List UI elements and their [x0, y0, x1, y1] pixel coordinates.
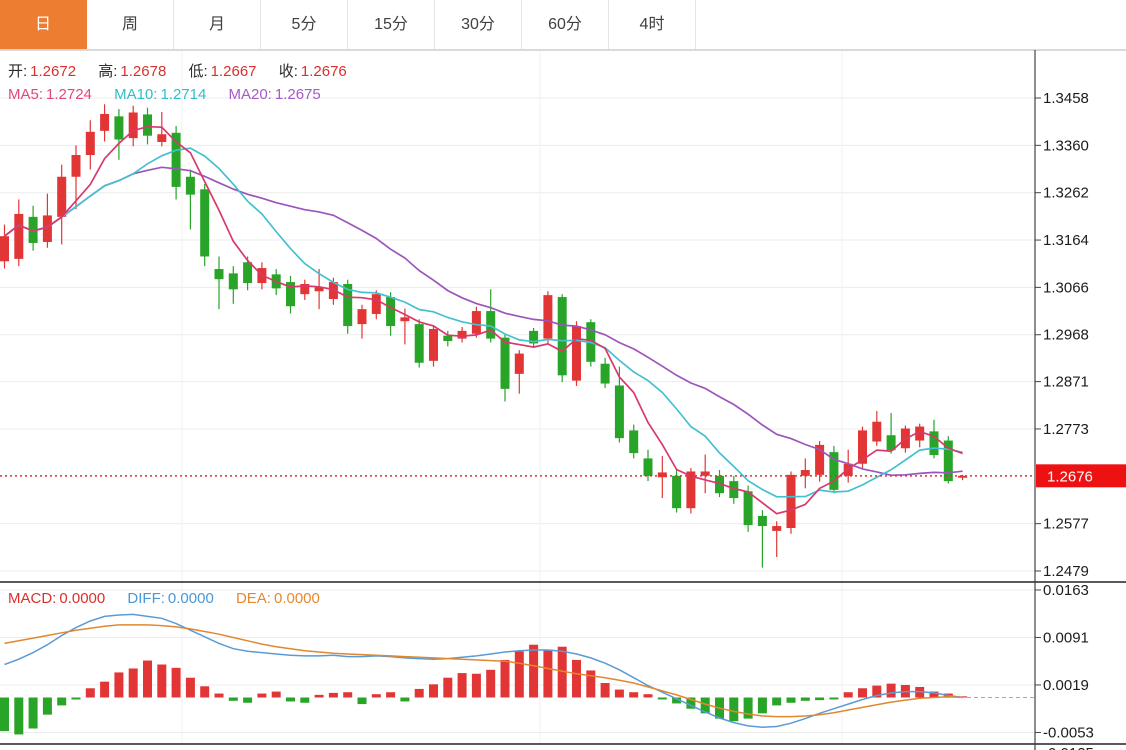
svg-text:1.3360: 1.3360 — [1043, 137, 1089, 154]
svg-text:1.2968: 1.2968 — [1043, 327, 1089, 344]
timeframe-tabbar: 日 周 月 5分 15分 30分 60分 4时 — [0, 0, 1126, 50]
tab-15min[interactable]: 15分 — [348, 0, 435, 49]
open-value: 1.2672 — [30, 63, 76, 80]
svg-text:1.2676: 1.2676 — [1047, 468, 1093, 485]
close-value: 1.2676 — [301, 63, 347, 80]
svg-text:-0.0125: -0.0125 — [1043, 745, 1094, 750]
svg-text:0.0163: 0.0163 — [1043, 582, 1089, 599]
tab-day[interactable]: 日 — [0, 0, 87, 49]
diff-value-readout: DIFF:0.0000 — [127, 590, 213, 607]
svg-text:1.3262: 1.3262 — [1043, 185, 1089, 202]
tab-week[interactable]: 周 — [87, 0, 174, 49]
macd-histogram — [0, 645, 967, 735]
close-readout: 收:1.2676 — [279, 63, 347, 80]
high-label: 高: — [98, 63, 117, 80]
macd-value-readout: MACD:0.0000 — [8, 590, 105, 607]
tab-month[interactable]: 月 — [174, 0, 261, 49]
svg-text:1.2773: 1.2773 — [1043, 421, 1089, 438]
macd-readout: MACD:0.0000 DIFF:0.0000 DEA:0.0000 — [8, 590, 338, 607]
open-label: 开: — [8, 63, 27, 80]
ma20-readout: MA20:1.2675 — [229, 86, 321, 103]
low-readout: 低:1.2667 — [188, 63, 256, 80]
svg-text:1.2577: 1.2577 — [1043, 516, 1089, 533]
tab-30min[interactable]: 30分 — [435, 0, 522, 49]
high-value: 1.2678 — [120, 63, 166, 80]
current-price-tag: 1.2676 — [1036, 464, 1126, 487]
ohlc-readout: 开:1.2672 高:1.2678 低:1.2667 收:1.2676 — [8, 60, 365, 81]
svg-text:1.3458: 1.3458 — [1043, 90, 1089, 107]
dea-value-readout: DEA:0.0000 — [236, 590, 320, 607]
open-readout: 开:1.2672 — [8, 63, 76, 80]
ma-readout: MA5:1.2724 MA10:1.2714 MA20:1.2675 — [8, 86, 339, 103]
ma5-readout: MA5:1.2724 — [8, 86, 92, 103]
candlestick-chart[interactable]: 1.3458 1.3360 1.3262 1.3164 1.3066 1.2968 1.28… — [0, 0, 1126, 750]
low-value: 1.2667 — [211, 63, 257, 80]
svg-text:1.2871: 1.2871 — [1043, 374, 1089, 391]
close-label: 收: — [279, 63, 298, 80]
ma10-readout: MA10:1.2714 — [114, 86, 206, 103]
svg-text:1.3066: 1.3066 — [1043, 279, 1089, 296]
svg-text:1.3164: 1.3164 — [1043, 232, 1089, 249]
candles-layer — [0, 104, 967, 567]
tab-5min[interactable]: 5分 — [261, 0, 348, 49]
low-label: 低: — [188, 63, 207, 80]
high-readout: 高:1.2678 — [98, 63, 166, 80]
svg-text:0.0091: 0.0091 — [1043, 629, 1089, 646]
ma10-line — [5, 148, 963, 497]
svg-text:-0.0053: -0.0053 — [1043, 724, 1094, 741]
svg-text:1.2479: 1.2479 — [1043, 563, 1089, 580]
grid-layer — [0, 51, 1035, 744]
axis-layer: 1.3458 1.3360 1.3262 1.3164 1.3066 1.2968 1.28… — [0, 50, 1126, 750]
tab-60min[interactable]: 60分 — [522, 0, 609, 49]
tab-4hour[interactable]: 4时 — [609, 0, 696, 49]
svg-text:0.0019: 0.0019 — [1043, 677, 1089, 694]
